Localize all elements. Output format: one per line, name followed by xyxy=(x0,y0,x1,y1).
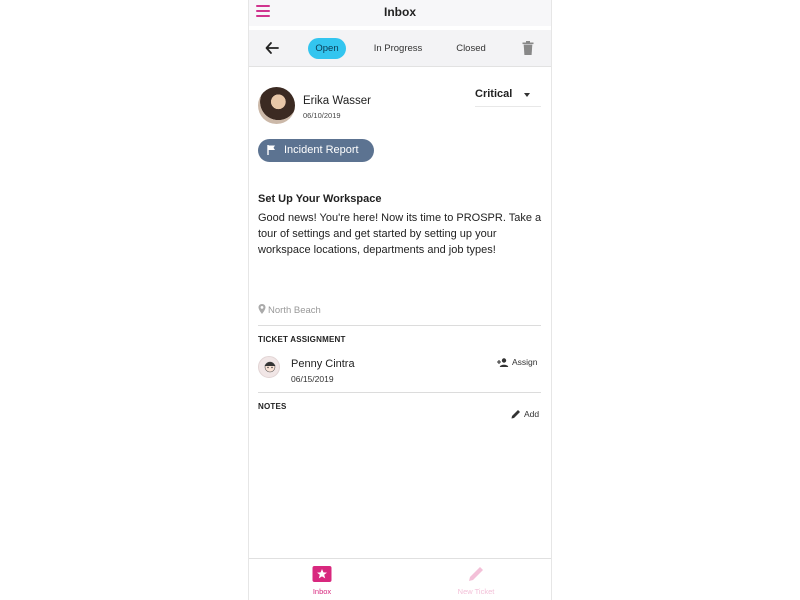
nav-new-ticket[interactable]: New Ticket xyxy=(436,565,516,596)
author-date: 06/10/2019 xyxy=(303,111,341,120)
category-badge[interactable]: Incident Report xyxy=(258,139,374,162)
top-app-bar: Inbox xyxy=(249,0,551,26)
add-note-button[interactable]: Add xyxy=(511,409,539,419)
nav-inbox[interactable]: Inbox xyxy=(282,565,362,596)
ticket-assignment-heading: TICKET ASSIGNMENT xyxy=(258,335,346,344)
assign-button[interactable]: Assign xyxy=(497,357,538,367)
assignee-date: 06/15/2019 xyxy=(291,374,334,384)
trash-icon[interactable] xyxy=(522,41,534,55)
status-tab-bar: Open In Progress Closed xyxy=(249,30,551,67)
location-pin-icon xyxy=(258,304,266,314)
pencil-icon xyxy=(469,567,483,581)
category-label: Incident Report xyxy=(284,144,359,156)
assignee-avatar xyxy=(258,356,280,378)
inbox-icon xyxy=(312,566,332,582)
assignee-name: Penny Cintra xyxy=(291,358,355,370)
divider xyxy=(258,392,541,393)
flag-icon xyxy=(267,145,275,155)
divider xyxy=(258,325,541,326)
pencil-icon xyxy=(511,410,520,419)
priority-dropdown[interactable]: Critical xyxy=(475,88,512,100)
author-avatar xyxy=(258,87,295,124)
tab-open[interactable]: Open xyxy=(308,38,346,59)
notes-heading: NOTES xyxy=(258,402,287,411)
ticket-title: Set Up Your Workspace xyxy=(258,193,382,205)
bottom-navigation: Inbox New Ticket xyxy=(249,558,551,600)
tab-in-progress[interactable]: In Progress xyxy=(368,38,428,59)
tab-closed[interactable]: Closed xyxy=(450,38,492,59)
add-label: Add xyxy=(524,409,540,419)
assign-label: Assign xyxy=(512,357,538,367)
chevron-down-icon[interactable] xyxy=(524,93,530,97)
ticket-body: Good news! You're here! Now its time to … xyxy=(258,212,542,256)
page-title: Inbox xyxy=(384,5,416,19)
nav-inbox-label: Inbox xyxy=(312,587,332,596)
author-name: Erika Wasser xyxy=(303,95,371,107)
phone-screen: Inbox Open In Progress Closed Erika Wass… xyxy=(248,0,552,600)
back-arrow-icon[interactable] xyxy=(265,40,279,56)
assign-user-icon xyxy=(497,358,509,367)
location-label: North Beach xyxy=(268,305,321,316)
location: North Beach xyxy=(258,304,321,316)
priority-underline xyxy=(475,106,541,107)
nav-new-ticket-label: New Ticket xyxy=(457,587,495,596)
